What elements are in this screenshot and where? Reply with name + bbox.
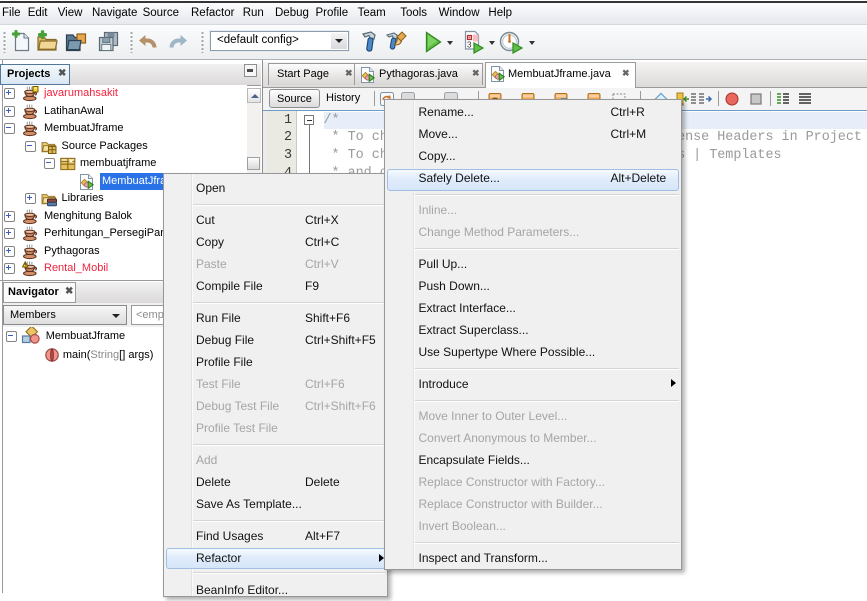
svg-text:3: 3 xyxy=(467,41,472,50)
